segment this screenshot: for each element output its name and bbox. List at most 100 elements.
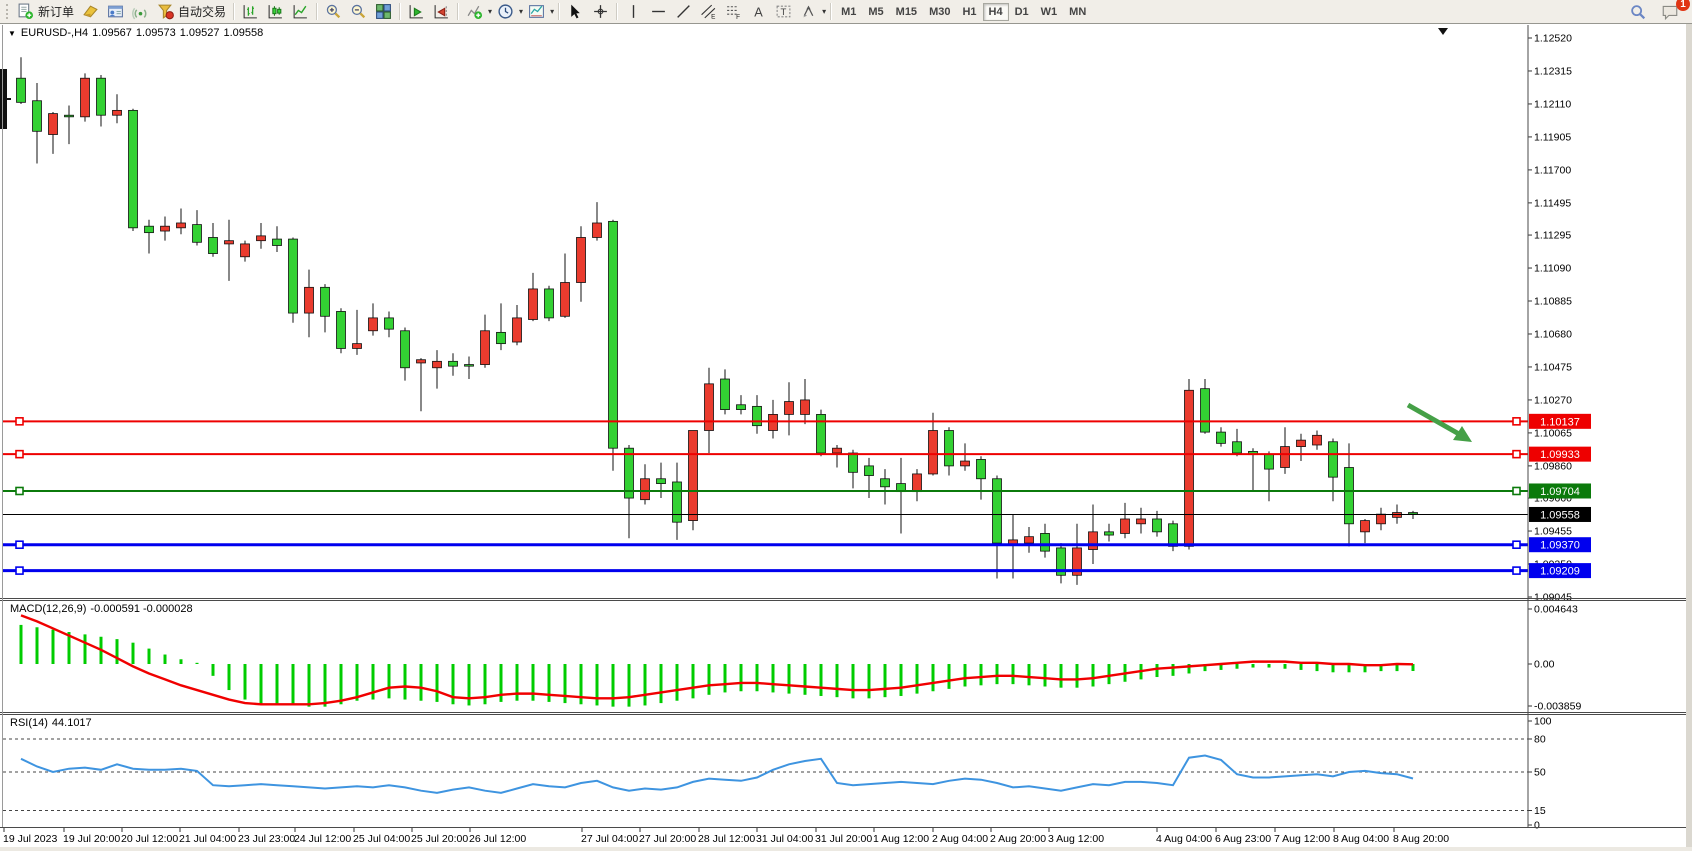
- candle: [1281, 447, 1290, 468]
- notifications-button[interactable]: 1: [1657, 1, 1683, 22]
- timeframe-m15-button[interactable]: M15: [890, 3, 923, 21]
- candle: [241, 244, 250, 257]
- line-chart-button[interactable]: [288, 1, 313, 22]
- candle: [209, 237, 218, 253]
- line-handle[interactable]: [1513, 541, 1520, 548]
- chart-area[interactable]: 1.125201.123151.121101.119051.117001.114…: [0, 24, 1692, 851]
- candle: [1025, 537, 1034, 543]
- line-handle[interactable]: [16, 567, 23, 574]
- horizontal-line-tool-button[interactable]: [646, 1, 671, 22]
- timeframe-d1-button[interactable]: D1: [1009, 3, 1035, 21]
- line-handle[interactable]: [1513, 451, 1520, 458]
- timeframe-m30-button[interactable]: M30: [923, 3, 956, 21]
- periods-button[interactable]: [493, 1, 518, 22]
- vertical-line-tool-button[interactable]: [621, 1, 646, 22]
- auto-scroll-button[interactable]: [404, 1, 429, 22]
- candle: [1185, 390, 1194, 546]
- new-order-button[interactable]: 新订单: [13, 1, 78, 22]
- candle: [449, 361, 458, 366]
- timeframe-m1-button[interactable]: M1: [835, 3, 862, 21]
- indicators-button[interactable]: [462, 1, 487, 22]
- zoom-in-button[interactable]: [321, 1, 346, 22]
- line-handle[interactable]: [1513, 567, 1520, 574]
- channel-tool-button[interactable]: E: [696, 1, 721, 22]
- candle: [193, 225, 202, 243]
- candle: [385, 318, 394, 329]
- candle: [161, 226, 170, 231]
- candle: [529, 289, 538, 320]
- svg-text:21 Jul 04:00: 21 Jul 04:00: [179, 833, 236, 845]
- metaeditor-icon: [82, 3, 99, 20]
- toolbar-separator: [616, 3, 618, 20]
- candle: [1329, 442, 1338, 477]
- toolbar-grip: [6, 4, 10, 19]
- candle: [689, 430, 698, 520]
- chart-canvas[interactable]: 1.125201.123151.121101.119051.117001.114…: [0, 24, 1692, 851]
- candle: [865, 466, 874, 476]
- timeframe-w1-button[interactable]: W1: [1035, 3, 1064, 21]
- svg-text:25 Jul 20:00: 25 Jul 20:00: [411, 833, 468, 845]
- svg-text:1.11905: 1.11905: [1534, 131, 1571, 143]
- line-handle[interactable]: [16, 451, 23, 458]
- candle: [1217, 432, 1226, 443]
- svg-text:1.09860: 1.09860: [1534, 460, 1572, 472]
- tile-windows-button[interactable]: [371, 1, 396, 22]
- text-tool-button[interactable]: A: [746, 1, 771, 22]
- arrows-tool-button[interactable]: [796, 1, 821, 22]
- arrows-dropdown-caret[interactable]: ▾: [821, 7, 827, 16]
- candlestick-button[interactable]: [263, 1, 288, 22]
- line-handle[interactable]: [16, 418, 23, 425]
- auto-trading-button[interactable]: 自动交易: [153, 1, 230, 22]
- toolbar-separator: [233, 3, 235, 20]
- candle: [65, 115, 74, 117]
- candle: [337, 311, 346, 348]
- line-handle[interactable]: [1513, 487, 1520, 494]
- candle: [1345, 467, 1354, 523]
- candle: [1105, 532, 1114, 535]
- chart-shift-button[interactable]: [429, 1, 454, 22]
- bar-chart-button[interactable]: [238, 1, 263, 22]
- zoom-out-button[interactable]: [346, 1, 371, 22]
- crosshair-icon: [592, 3, 609, 20]
- cursor-tool-button[interactable]: [563, 1, 588, 22]
- candle: [1297, 440, 1306, 446]
- cursor-icon: [567, 3, 584, 20]
- templates-icon: [528, 3, 545, 20]
- line-handle[interactable]: [16, 541, 23, 548]
- candle: [1313, 435, 1322, 445]
- svg-text:1.12110: 1.12110: [1534, 98, 1571, 110]
- candle: [641, 479, 650, 500]
- candle: [721, 379, 730, 410]
- metaeditor-button[interactable]: [78, 1, 103, 22]
- svg-text:23 Jul 23:00: 23 Jul 23:00: [238, 833, 295, 845]
- candle: [1265, 455, 1274, 469]
- auto-scroll-icon: [408, 3, 425, 20]
- svg-text:1.12315: 1.12315: [1534, 65, 1572, 77]
- timeframe-m5-button[interactable]: M5: [862, 3, 889, 21]
- timeframe-mn-button[interactable]: MN: [1063, 3, 1092, 21]
- timeframe-h1-button[interactable]: H1: [956, 3, 982, 21]
- search-button[interactable]: [1625, 1, 1651, 22]
- terminal-button[interactable]: [103, 1, 128, 22]
- signals-button[interactable]: [128, 1, 153, 22]
- templates-dropdown-caret[interactable]: ▾: [549, 7, 555, 16]
- svg-text:6 Aug 23:00: 6 Aug 23:00: [1215, 833, 1271, 845]
- candle: [993, 479, 1002, 543]
- chart-shift-icon: [433, 3, 450, 20]
- timeframe-h4-button[interactable]: H4: [983, 3, 1009, 21]
- zoom-in-icon: [325, 3, 342, 20]
- new-order-label: 新订单: [38, 3, 74, 20]
- text-label-tool-button[interactable]: T: [771, 1, 796, 22]
- clock-icon: [497, 3, 514, 20]
- search-icon: [1629, 3, 1647, 21]
- trendline-tool-button[interactable]: [671, 1, 696, 22]
- templates-button[interactable]: [524, 1, 549, 22]
- svg-text:1.10885: 1.10885: [1534, 296, 1572, 308]
- line-handle[interactable]: [1513, 418, 1520, 425]
- line-handle[interactable]: [16, 487, 23, 494]
- candle: [593, 223, 602, 237]
- svg-text:1.11090: 1.11090: [1534, 263, 1571, 275]
- fibonacci-tool-button[interactable]: F: [721, 1, 746, 22]
- crosshair-tool-button[interactable]: [588, 1, 613, 22]
- auto-trading-label: 自动交易: [178, 3, 226, 20]
